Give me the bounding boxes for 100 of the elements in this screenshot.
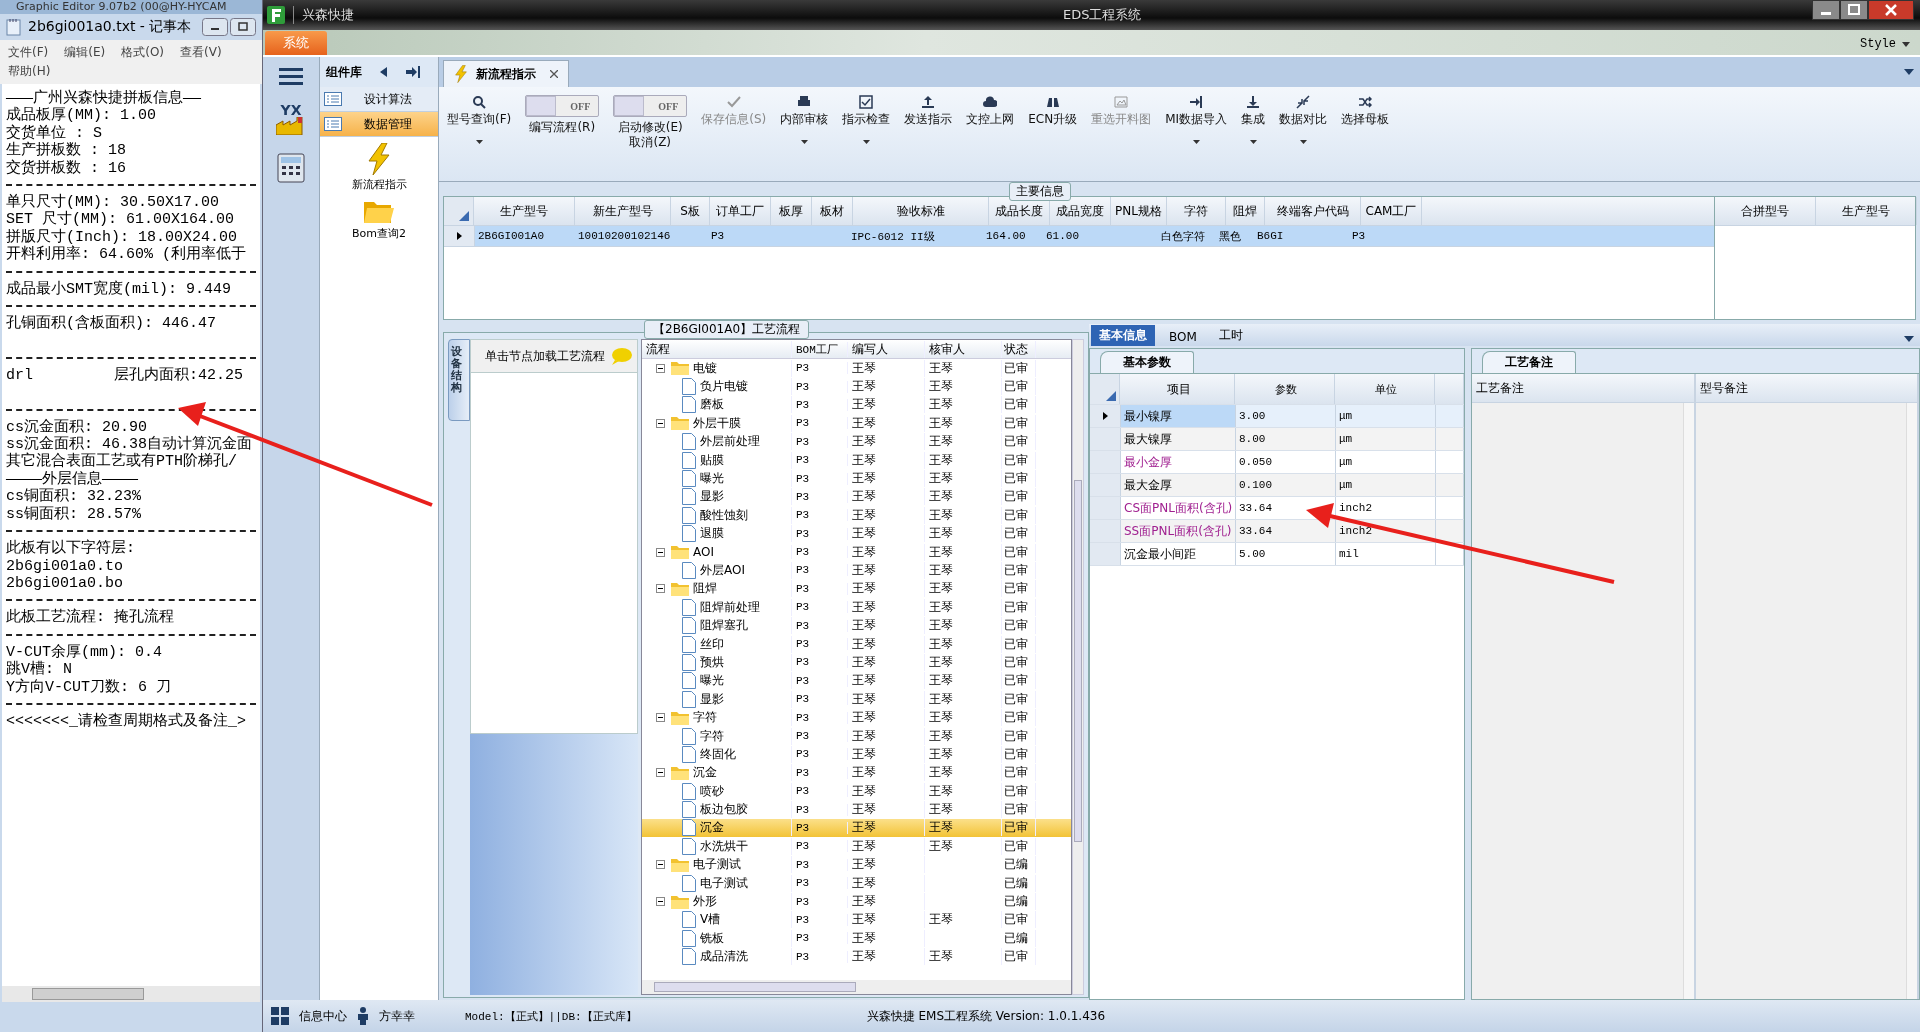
tree-row[interactable]: 沉金 P3 王琴 王琴 已审	[642, 818, 1071, 838]
table-row[interactable]: 最大金厚 0.100 μm	[1090, 474, 1464, 497]
scrollbar[interactable]	[1072, 339, 1084, 995]
column-header[interactable]: PNL规格	[1111, 197, 1167, 225]
caret-icon[interactable]	[1192, 140, 1200, 144]
menu-icon[interactable]	[279, 67, 303, 85]
tree-row[interactable]: 阻焊前处理 P3 王琴 王琴 已审	[642, 598, 1071, 617]
tree-row[interactable]: 电镀 P3 王琴 王琴 已审	[642, 359, 1071, 378]
menu-item[interactable]: 编辑(E)	[64, 44, 106, 61]
tree-row[interactable]: 终固化 P3 王琴 王琴 已审	[642, 745, 1071, 764]
column-header[interactable]: 板厚	[771, 197, 812, 225]
minimize-button[interactable]	[1812, 0, 1840, 20]
table-row[interactable]: SS面PNL面积(含孔) 33.64 inch2	[1090, 520, 1464, 543]
caret-icon[interactable]	[1299, 140, 1307, 144]
tree-row[interactable]: 水洗烘干 P3 王琴 王琴 已审	[642, 837, 1071, 856]
caret-icon[interactable]	[862, 140, 870, 144]
column-header[interactable]: 板材	[812, 197, 853, 225]
tree-row[interactable]: V槽 P3 王琴 王琴 已审	[642, 910, 1071, 930]
document-tab[interactable]: 新流程指示	[443, 60, 569, 87]
collapse-icon[interactable]	[656, 547, 665, 557]
column-header[interactable]: 生产型号	[474, 197, 575, 225]
tree-row[interactable]: 阻焊塞孔 P3 王琴 王琴 已审	[642, 616, 1071, 635]
column-header[interactable]: 成品宽度	[1050, 197, 1111, 225]
tree-row[interactable]: 外层干膜 P3 王琴 王琴 已审	[642, 414, 1071, 433]
collapse-icon[interactable]	[656, 897, 665, 906]
menu-item[interactable]: 文件(F)	[8, 44, 49, 61]
table-row[interactable]: 沉金最小间距 5.00 mil	[1090, 543, 1464, 566]
tab[interactable]: 工艺备注	[1482, 351, 1576, 373]
tree-row[interactable]: 显影 P3 王琴 王琴 已审	[642, 487, 1071, 507]
column-header[interactable]: S板	[671, 197, 710, 225]
tab[interactable]: 基本参数	[1100, 351, 1194, 373]
collapse-left-icon[interactable]	[380, 67, 388, 77]
tree-row[interactable]: 板边包胶 P3 王琴 王琴 已审	[642, 800, 1071, 819]
tree-row[interactable]: 电子测试 P3 王琴 已编	[642, 873, 1071, 893]
side-tab[interactable]: 设备结构	[448, 339, 470, 421]
collapse-icon[interactable]	[656, 768, 665, 778]
collapse-icon[interactable]	[656, 584, 665, 594]
caret-icon[interactable]	[1904, 69, 1914, 75]
collapse-icon[interactable]	[656, 860, 665, 870]
toolbar-button[interactable]: 数据对比	[1275, 91, 1332, 146]
tree-row[interactable]: 外形 P3 王琴 已编	[642, 892, 1071, 911]
column-header[interactable]: 验收标准	[853, 197, 989, 225]
tree-row[interactable]: 沉金 P3 王琴 王琴 已审	[642, 763, 1071, 782]
tree-row[interactable]: 预烘 P3 王琴 王琴 已审	[642, 653, 1071, 672]
tree-row[interactable]: 贴膜 P3 王琴 王琴 已审	[642, 450, 1071, 470]
toolbar-button[interactable]: 内部审核	[776, 91, 833, 146]
library-item[interactable]: 数据管理	[320, 112, 438, 137]
tab[interactable]: 工时	[1210, 325, 1251, 346]
column-header[interactable]: 项目	[1120, 374, 1235, 404]
column-header[interactable]: 参数	[1235, 374, 1335, 404]
collapse-icon[interactable]	[656, 713, 665, 723]
table-row[interactable]: CS面PNL面积(含孔) 33.64 inch2	[1090, 497, 1464, 520]
tree-row[interactable]: 酸性蚀刻 P3 王琴 王琴 已审	[642, 506, 1071, 525]
table-row[interactable]: 最小金厚 0.050 μm	[1090, 451, 1464, 474]
caret-icon[interactable]	[800, 140, 808, 144]
tree-row[interactable]: 磨板 P3 王琴 王琴 已审	[642, 395, 1071, 415]
column-header[interactable]: BOM工厂	[792, 341, 848, 357]
tree-row[interactable]: 成品清洗 P3 王琴 王琴 已审	[642, 947, 1071, 966]
column-header[interactable]: 编写人	[848, 340, 925, 358]
toolbar-button[interactable]: 选择母板	[1337, 91, 1394, 129]
style-menu[interactable]: Style	[1860, 37, 1896, 51]
tree-row[interactable]: AOI P3 王琴 王琴 已审	[642, 542, 1071, 562]
column-header[interactable]: 核审人	[925, 340, 1002, 358]
scrollbar[interactable]	[1906, 403, 1917, 999]
status-item[interactable]: 信息中心	[299, 1007, 347, 1025]
tree-row[interactable]: 阻焊 P3 王琴 王琴 已审	[642, 579, 1071, 599]
caret-icon[interactable]	[1902, 41, 1910, 47]
tree-row[interactable]: 外层前处理 P3 王琴 王琴 已审	[642, 432, 1071, 451]
toggle-switch[interactable]: OFF 编写流程(R)	[521, 91, 604, 137]
caret-icon[interactable]	[1249, 140, 1257, 144]
toolbar-button[interactable]: ECN升级	[1024, 91, 1082, 129]
tree-row[interactable]: 喷砂 P3 王琴 王琴 已审	[642, 782, 1071, 801]
table-row[interactable]: 最小镍厚 3.00 μm	[1090, 405, 1464, 428]
menu-item[interactable]: 格式(O)	[121, 44, 165, 61]
column-header[interactable]: 新生产型号	[575, 197, 671, 225]
caret-icon[interactable]	[1904, 336, 1914, 342]
maximize-button[interactable]	[1840, 0, 1868, 20]
table-row[interactable]: 2B6GI001A0 10010200102146 P3 IPC-6012 II级 164.00 61.00 白色字符 黑色 B6GI P3	[444, 226, 1714, 247]
close-icon[interactable]	[550, 70, 558, 78]
tree-row[interactable]: 负片电镀 P3 王琴 王琴 已审	[642, 377, 1071, 396]
toggle-switch[interactable]: OFF 启动修改(E) 取消(Z)	[609, 91, 692, 152]
column-header[interactable]: 成品长度	[989, 197, 1050, 225]
scrollbar[interactable]	[642, 980, 1071, 994]
tab[interactable]: 基本信息	[1091, 325, 1155, 346]
column-header[interactable]: 终端客户代码	[1265, 197, 1361, 225]
close-button[interactable]	[1868, 0, 1914, 20]
column-header[interactable]: 生产型号	[1816, 197, 1917, 225]
table-row[interactable]: 最大镍厚 8.00 μm	[1090, 428, 1464, 451]
menu-item[interactable]: 帮助(H)	[8, 63, 51, 80]
tree-row[interactable]: 铣板 P3 王琴 已编	[642, 929, 1071, 948]
scrollbar[interactable]	[1682, 403, 1694, 999]
toolbar-button[interactable]: 发送指示	[900, 91, 957, 129]
scrollbar[interactable]	[2, 986, 260, 1002]
tree-row[interactable]: 曝光 P3 王琴 王琴 已审	[642, 671, 1071, 691]
tree-row[interactable]: 显影 P3 王琴 王琴 已审	[642, 690, 1071, 709]
column-header[interactable]: 合拼型号	[1715, 197, 1816, 225]
column-header[interactable]: CAM工厂	[1361, 197, 1422, 225]
toolbar-button[interactable]: MI数据导入	[1161, 91, 1232, 146]
tree-row[interactable]: 电子测试 P3 王琴 已编	[642, 855, 1071, 874]
collapse-icon[interactable]	[656, 363, 665, 373]
